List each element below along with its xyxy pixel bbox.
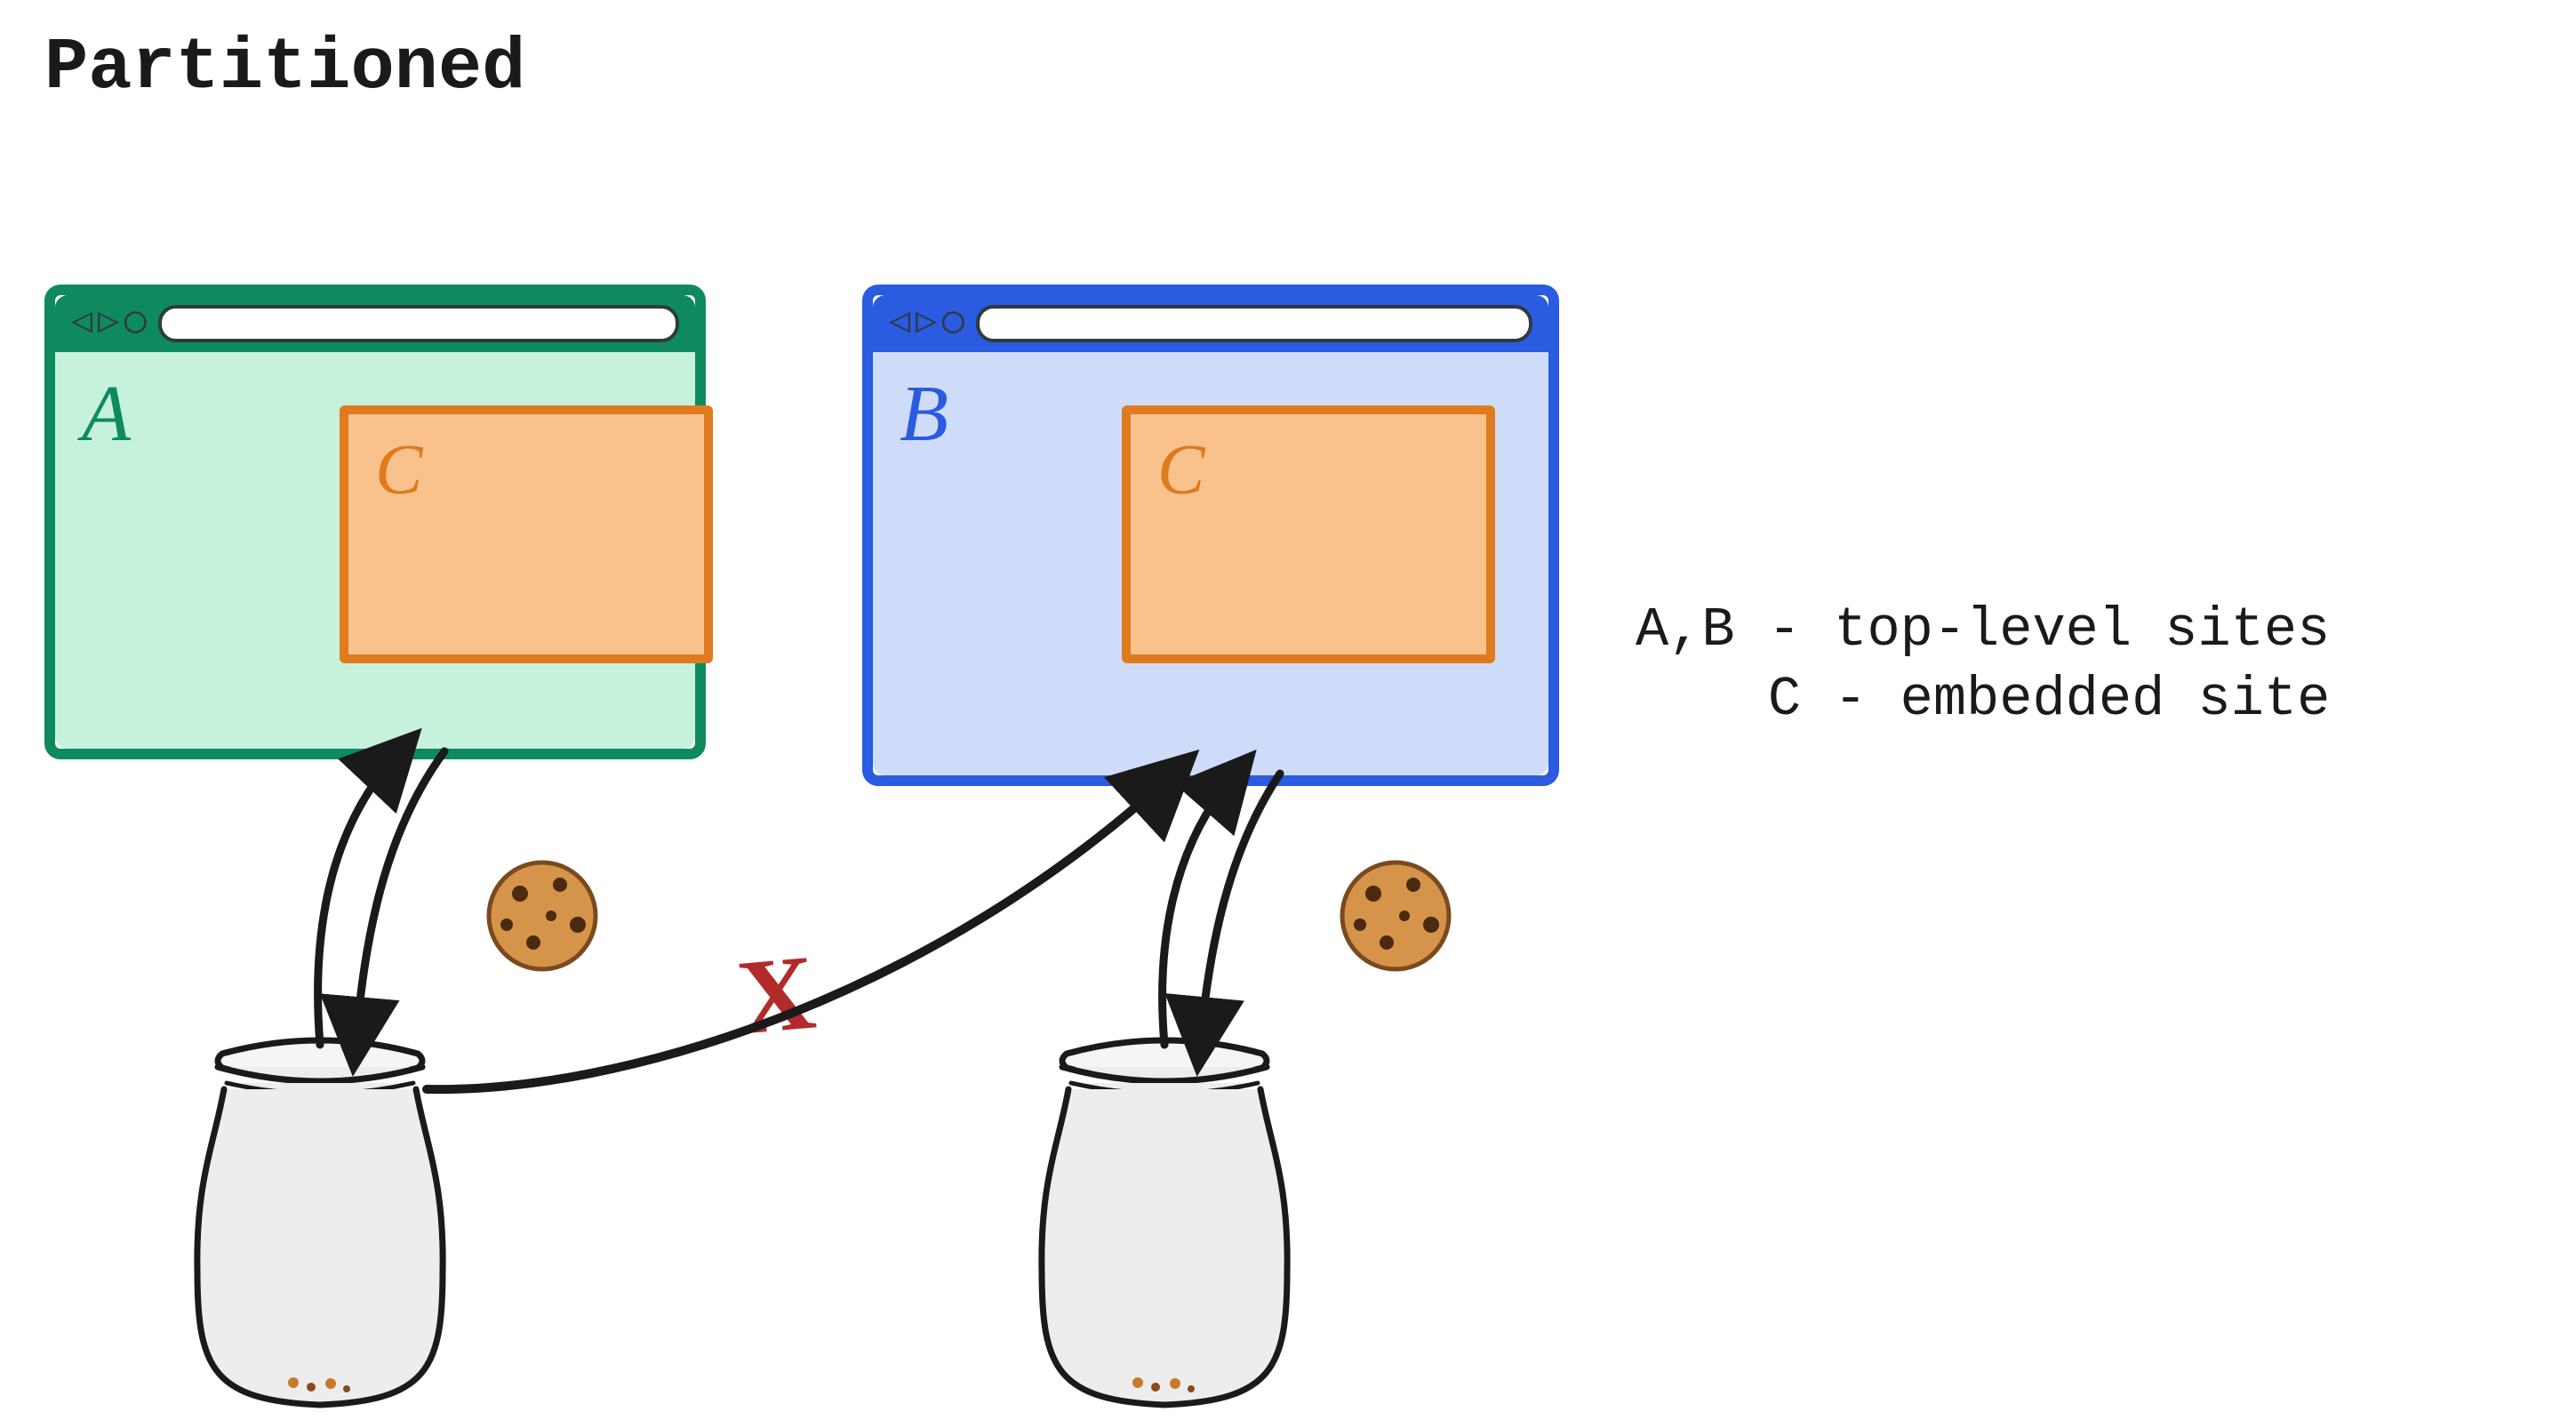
site-b-label: B [900, 368, 948, 460]
nav-icons: ◁ ▷ ◯ [889, 306, 964, 341]
forward-icon: ▷ [916, 306, 937, 341]
nav-icons: ◁ ▷ ◯ [71, 306, 146, 341]
diagram-canvas: Partitioned A,B - top-level sites C - em… [0, 0, 2576, 1428]
browser-body: A C [55, 352, 695, 749]
legend-line-2: C - embedded site [1636, 665, 2330, 734]
url-bar [976, 305, 1532, 342]
embed-c-label: C [375, 430, 422, 511]
cookie-jar-ac [197, 1040, 443, 1405]
forward-icon: ▷ [98, 306, 119, 341]
back-icon: ◁ [889, 306, 910, 341]
site-a-label: A [82, 368, 131, 460]
embedded-frame-c-in-b: C [1122, 405, 1495, 663]
cookie-jar-bc [1042, 1040, 1287, 1405]
legend: A,B - top-level sites C - embedded site [1636, 596, 2330, 734]
arrow-a-to-jar-ac [318, 751, 444, 1045]
legend-line-1: A,B - top-level sites [1636, 598, 2330, 662]
back-icon: ◁ [71, 306, 92, 341]
reload-icon: ◯ [942, 306, 964, 341]
browser-window-b: ◁ ▷ ◯ B C [862, 285, 1559, 786]
arrow-b-to-jar-bc [1163, 774, 1280, 1045]
cookie-icon-a [489, 862, 596, 969]
cookie-icon-b [1342, 862, 1449, 969]
browser-chrome: ◁ ▷ ◯ [55, 295, 695, 352]
reload-icon: ◯ [124, 306, 146, 341]
embedded-frame-c-in-a: C [340, 405, 713, 663]
browser-body: B C [873, 352, 1548, 775]
browser-window-a: ◁ ▷ ◯ A C [44, 285, 706, 759]
embed-c-label: C [1157, 430, 1204, 511]
diagram-title: Partitioned [44, 27, 525, 109]
url-bar [158, 305, 679, 342]
jar-ac-label: AC [249, 1236, 342, 1320]
blocked-x-icon: X [732, 930, 820, 1059]
jar-bc-label: BC [1093, 1236, 1187, 1320]
browser-chrome: ◁ ▷ ◯ [873, 295, 1548, 352]
